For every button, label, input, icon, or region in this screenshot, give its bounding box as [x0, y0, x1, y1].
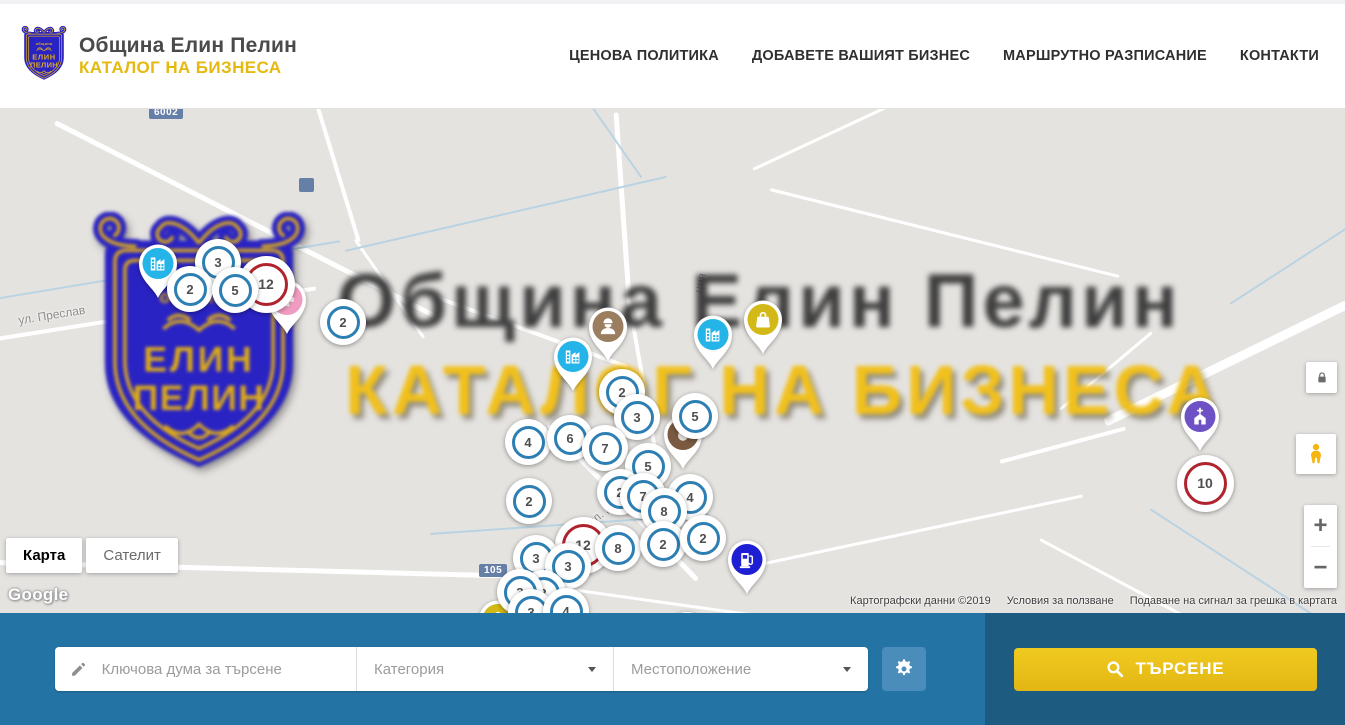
search-fields-group: Категория Местоположение	[55, 647, 868, 691]
search-icon	[1106, 660, 1125, 679]
cluster-marker[interactable]: 2	[680, 515, 726, 561]
terms-of-use-link[interactable]: Условия за ползване	[1007, 595, 1114, 607]
header: община ЕЛИН ПЕЛИН Община Елин Пелин КАТА…	[0, 0, 1345, 108]
svg-text:община: община	[36, 41, 53, 46]
cluster-marker[interactable]: 2	[320, 299, 366, 345]
chevron-down-icon	[843, 667, 851, 672]
report-map-error-link[interactable]: Подаване на сигнал за грешка в картата	[1130, 595, 1337, 607]
search-submit-panel: ТЪРСЕНЕ	[985, 613, 1345, 725]
page: община ЕЛИН ПЕЛИН Община Елин Пелин КАТА…	[0, 0, 1345, 725]
site-subtitle: КАТАЛОГ НА БИЗНЕСА	[79, 58, 297, 78]
search-button-label: ТЪРСЕНЕ	[1136, 659, 1225, 679]
pegman-icon	[1303, 441, 1329, 467]
map-type-map-button[interactable]: Карта	[6, 538, 82, 573]
nav-route-schedule[interactable]: МАРШРУТНО РАЗПИСАНИЕ	[1003, 48, 1207, 64]
site-logo[interactable]: община ЕЛИН ПЕЛИН Община Елин Пелин КАТА…	[20, 26, 297, 86]
cluster-marker[interactable]: 2	[640, 521, 686, 567]
pencil-icon	[70, 660, 87, 679]
zoom-control: + −	[1304, 505, 1337, 588]
factory-pin-marker[interactable]	[551, 335, 595, 398]
map-attribution: Картографски данни ©2019 Условия за полз…	[850, 595, 1337, 607]
cluster-marker[interactable]: 4	[505, 419, 551, 465]
map-type-satellite-button[interactable]: Сателит	[86, 538, 178, 573]
google-logo[interactable]: Google	[8, 585, 68, 605]
nav-contacts[interactable]: КОНТАКТИ	[1240, 48, 1319, 64]
category-select[interactable]: Категория	[356, 647, 613, 691]
search-bar: Категория Местоположение ТЪРСЕНЕ	[0, 613, 1345, 725]
search-button[interactable]: ТЪРСЕНЕ	[1014, 648, 1317, 691]
cluster-marker[interactable]: 7	[582, 425, 628, 471]
gear-icon	[893, 658, 915, 680]
cluster-marker[interactable]: 8	[595, 525, 641, 571]
cluster-marker[interactable]: 5	[212, 267, 258, 313]
map-markers: 312252235467527482128223383234510	[0, 108, 1345, 613]
zoom-in-button[interactable]: +	[1304, 505, 1337, 546]
bag-pin-marker[interactable]	[741, 298, 785, 361]
category-select-value: Категория	[374, 661, 444, 678]
svg-text:ЕЛИН: ЕЛИН	[32, 53, 55, 62]
cluster-marker[interactable]: 10	[1177, 455, 1234, 512]
advanced-search-button[interactable]	[882, 647, 926, 691]
svg-text:ПЕЛИН: ПЕЛИН	[30, 61, 58, 70]
zoom-out-button[interactable]: −	[1304, 547, 1337, 588]
map-data-copyright: Картографски данни ©2019	[850, 595, 991, 607]
map-canvas[interactable]: 6002 105 ул. Преслав бул. „Новосел ция о…	[0, 108, 1345, 613]
chevron-down-icon	[588, 667, 596, 672]
lock-icon	[1306, 362, 1337, 393]
map-type-control: Карта Сателит	[6, 538, 178, 573]
cluster-marker[interactable]: 5	[672, 393, 718, 439]
street-view-pegman[interactable]	[1296, 434, 1336, 474]
municipality-crest-icon: община ЕЛИН ПЕЛИН	[20, 26, 68, 86]
site-title: Община Елин Пелин	[79, 34, 297, 58]
fuel-pin-marker[interactable]	[725, 538, 769, 601]
cluster-marker[interactable]: 2	[167, 266, 213, 312]
nav-add-your-business[interactable]: ДОБАВЕТЕ ВАШИЯТ БИЗНЕС	[752, 48, 970, 64]
church-pin-marker[interactable]	[1178, 395, 1222, 458]
keyword-field[interactable]	[55, 647, 356, 691]
nav-pricing-policy[interactable]: ЦЕНОВА ПОЛИТИКА	[569, 48, 719, 64]
main-nav: ЦЕНОВА ПОЛИТИКА ДОБАВЕТЕ ВАШИЯТ БИЗНЕС М…	[569, 48, 1319, 64]
cluster-marker[interactable]: 2	[506, 478, 552, 524]
factory-pin-marker[interactable]	[691, 313, 735, 376]
keyword-input[interactable]	[100, 660, 341, 679]
location-select[interactable]: Местоположение	[613, 647, 868, 691]
location-select-value: Местоположение	[631, 661, 751, 678]
